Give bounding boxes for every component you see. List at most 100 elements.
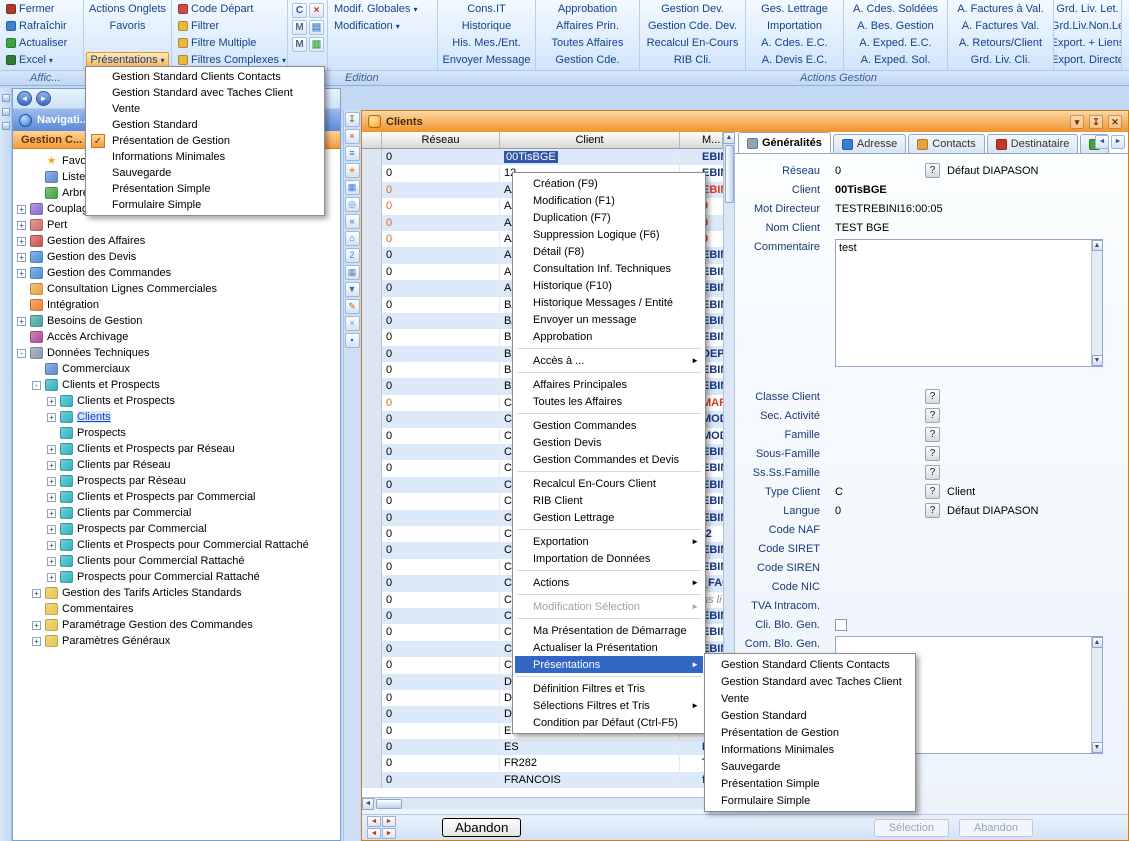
textarea-commentaire[interactable]: test▲▼ xyxy=(835,239,1103,367)
tree-item-clients-et-prospects[interactable]: -Clients et Prospects xyxy=(13,377,340,393)
tree-item-clients-et-prospects-par-commercial[interactable]: +Clients et Prospects par Commercial xyxy=(13,489,340,505)
tree-item-pert[interactable]: +Pert xyxy=(13,217,340,233)
context-menu-item-modification-f1[interactable]: Modification (F1) xyxy=(515,192,703,209)
scroll-down-icon[interactable]: ▼ xyxy=(1092,355,1103,366)
column-header-item[interactable] xyxy=(362,132,382,149)
tree-item-gestion-des-affaires[interactable]: +Gestion des Affaires xyxy=(13,233,340,249)
ribbon-button-export-directe[interactable]: Export. Directe xyxy=(1056,52,1119,68)
expand-toggle-icon[interactable]: + xyxy=(47,461,56,470)
ribbon-mini-icon[interactable]: ▥ xyxy=(309,37,324,52)
ribbon-button-importation[interactable]: Importation xyxy=(748,18,841,34)
ribbon-button-gestion-dev[interactable]: Gestion Dev. xyxy=(642,1,743,17)
context-menu-item-affaires-principales[interactable]: Affaires Principales xyxy=(515,376,703,393)
field-value[interactable]: C xyxy=(835,486,843,498)
presentation-option-sauvegarde[interactable]: Sauvegarde xyxy=(88,165,322,181)
row-selector[interactable] xyxy=(362,674,382,690)
ribbon-button-grd-liv-cli[interactable]: Grd. Liv. Cli. xyxy=(950,52,1051,68)
ribbon-button-grd-liv-let[interactable]: Grd. Liv. Let. xyxy=(1056,1,1119,17)
home-icon[interactable]: ⌂ xyxy=(345,231,360,246)
row-selector[interactable] xyxy=(362,378,382,394)
field-value[interactable]: 00TisBGE xyxy=(835,184,887,196)
row-selector[interactable] xyxy=(362,706,382,722)
row-selector[interactable] xyxy=(362,198,382,214)
expand-toggle-icon[interactable]: + xyxy=(47,573,56,582)
ribbon-mini-icon[interactable]: M xyxy=(292,37,307,52)
submenu-item-presentation-simple[interactable]: Présentation Simple xyxy=(707,775,913,792)
tab-scroll-right-icon[interactable]: ► xyxy=(1111,135,1125,149)
ribbon-button-ges-lettrage[interactable]: Ges. Lettrage xyxy=(748,1,841,17)
ribbon-button-fermer[interactable]: Fermer xyxy=(2,1,81,17)
checkbox[interactable] xyxy=(835,619,847,631)
help-button[interactable]: ? xyxy=(925,465,940,480)
row-selector[interactable] xyxy=(362,428,382,444)
table-row[interactable]: 0FRANCOISfranco xyxy=(362,772,723,788)
help-button[interactable]: ? xyxy=(925,389,940,404)
row-selector[interactable] xyxy=(362,641,382,657)
chart-icon[interactable]: ▦ xyxy=(345,180,360,195)
expand-toggle-icon[interactable]: + xyxy=(47,525,56,534)
expand-toggle-icon[interactable]: + xyxy=(32,621,41,630)
tree-item-prospects-par-reseau[interactable]: +Prospects par Réseau xyxy=(13,473,340,489)
expand-toggle-icon[interactable]: + xyxy=(47,397,56,406)
tree-item-clients-par-commercial[interactable]: +Clients par Commercial xyxy=(13,505,340,521)
help-button[interactable]: ? xyxy=(925,446,940,461)
row-selector[interactable] xyxy=(362,182,382,198)
submenu-item-formulaire-simple[interactable]: Formulaire Simple xyxy=(707,792,913,809)
ribbon-button-rafraichir[interactable]: Rafraîchir xyxy=(2,18,81,34)
tree-item-prospects-par-commercial[interactable]: +Prospects par Commercial xyxy=(13,521,340,537)
presentation-option-gestion-standard-clients-contacts[interactable]: Gestion Standard Clients Contacts xyxy=(88,69,322,85)
help-button[interactable]: ? xyxy=(925,163,940,178)
ribbon-mini-icon[interactable]: M xyxy=(292,20,307,35)
ribbon-button-a-bes-gestion[interactable]: A. Bes. Gestion xyxy=(846,18,945,34)
collapse-toggle-icon[interactable]: - xyxy=(17,349,26,358)
pin-icon[interactable]: ↧ xyxy=(1089,115,1103,129)
ribbon-button-envoyer-message[interactable]: Envoyer Message xyxy=(440,52,533,68)
context-menu-item-gestion-devis[interactable]: Gestion Devis xyxy=(515,434,703,451)
presentation-option-gestion-standard[interactable]: Gestion Standard xyxy=(88,117,322,133)
ribbon-button-modif-globales[interactable]: Modif. Globales▾ xyxy=(330,1,435,17)
context-menu-item-duplication-f7[interactable]: Duplication (F7) xyxy=(515,209,703,226)
tree-item-gestion-des-tarifs-articles-standards[interactable]: +Gestion des Tarifs Articles Standards xyxy=(13,585,340,601)
scroll-up-icon[interactable]: ▲ xyxy=(1092,637,1103,648)
submenu-item-presentation-de-gestion[interactable]: Présentation de Gestion xyxy=(707,724,913,741)
expand-toggle-icon[interactable]: + xyxy=(32,637,41,646)
row-selector[interactable] xyxy=(362,149,382,165)
ribbon-mini-icon[interactable]: C xyxy=(292,3,307,18)
ribbon-button-favoris[interactable]: Favoris xyxy=(86,18,169,34)
row-selector[interactable] xyxy=(362,575,382,591)
ribbon-button-filtre-multiple[interactable]: Filtre Multiple xyxy=(174,35,285,51)
expand-toggle-icon[interactable]: + xyxy=(47,413,56,422)
expand-toggle-icon[interactable]: + xyxy=(17,269,26,278)
table-row[interactable]: 0ESEBIN xyxy=(362,739,723,755)
scrollbar-thumb[interactable] xyxy=(725,145,734,203)
ribbon-button-gestion-cde-dev[interactable]: Gestion Cde. Dev. xyxy=(642,18,743,34)
context-menu-item-recalcul-en-cours-client[interactable]: Recalcul En-Cours Client xyxy=(515,475,703,492)
row-selector[interactable] xyxy=(362,165,382,181)
ribbon-button-actualiser[interactable]: Actualiser xyxy=(2,35,81,51)
row-selector[interactable] xyxy=(362,493,382,509)
context-menu-item-gestion-commandes[interactable]: Gestion Commandes xyxy=(515,417,703,434)
field-value[interactable]: TEST BGE xyxy=(835,222,889,234)
context-menu-item-exportation[interactable]: Exportation► xyxy=(515,533,703,550)
presentation-option-formulaire-simple[interactable]: Formulaire Simple xyxy=(88,197,322,213)
tree-item-clients-par-reseau[interactable]: +Clients par Réseau xyxy=(13,457,340,473)
field-value[interactable]: 0 xyxy=(835,505,841,517)
scrollbar-thumb[interactable] xyxy=(376,799,402,809)
context-menu-item-historique-f10[interactable]: Historique (F10) xyxy=(515,277,703,294)
context-menu-item-actions[interactable]: Actions► xyxy=(515,574,703,591)
expand-toggle-icon[interactable]: + xyxy=(47,445,56,454)
row-selector[interactable] xyxy=(362,542,382,558)
tree-item-gestion-des-commandes[interactable]: +Gestion des Commandes xyxy=(13,265,340,281)
help-button[interactable]: ? xyxy=(925,484,940,499)
last-record-icon[interactable]: ► xyxy=(382,828,396,839)
expand-toggle-icon[interactable]: + xyxy=(17,237,26,246)
context-menu-item-ma-presentation-de-demarrage[interactable]: Ma Présentation de Démarrage xyxy=(515,622,703,639)
context-menu-item-condition-par-defaut-ctrl-f5[interactable]: Condition par Défaut (Ctrl-F5) xyxy=(515,714,703,731)
pin-icon[interactable]: ↧ xyxy=(345,112,360,127)
chevron-down-icon[interactable]: ▾ xyxy=(1070,115,1084,129)
ribbon-button-affaires-prin[interactable]: Affaires Prin. xyxy=(538,18,637,34)
presentation-option-informations-minimales[interactable]: Informations Minimales xyxy=(88,149,322,165)
row-selector[interactable] xyxy=(362,231,382,247)
row-selector[interactable] xyxy=(362,346,382,362)
presentation-option-gestion-standard-avec-taches-client[interactable]: Gestion Standard avec Taches Client xyxy=(88,85,322,101)
